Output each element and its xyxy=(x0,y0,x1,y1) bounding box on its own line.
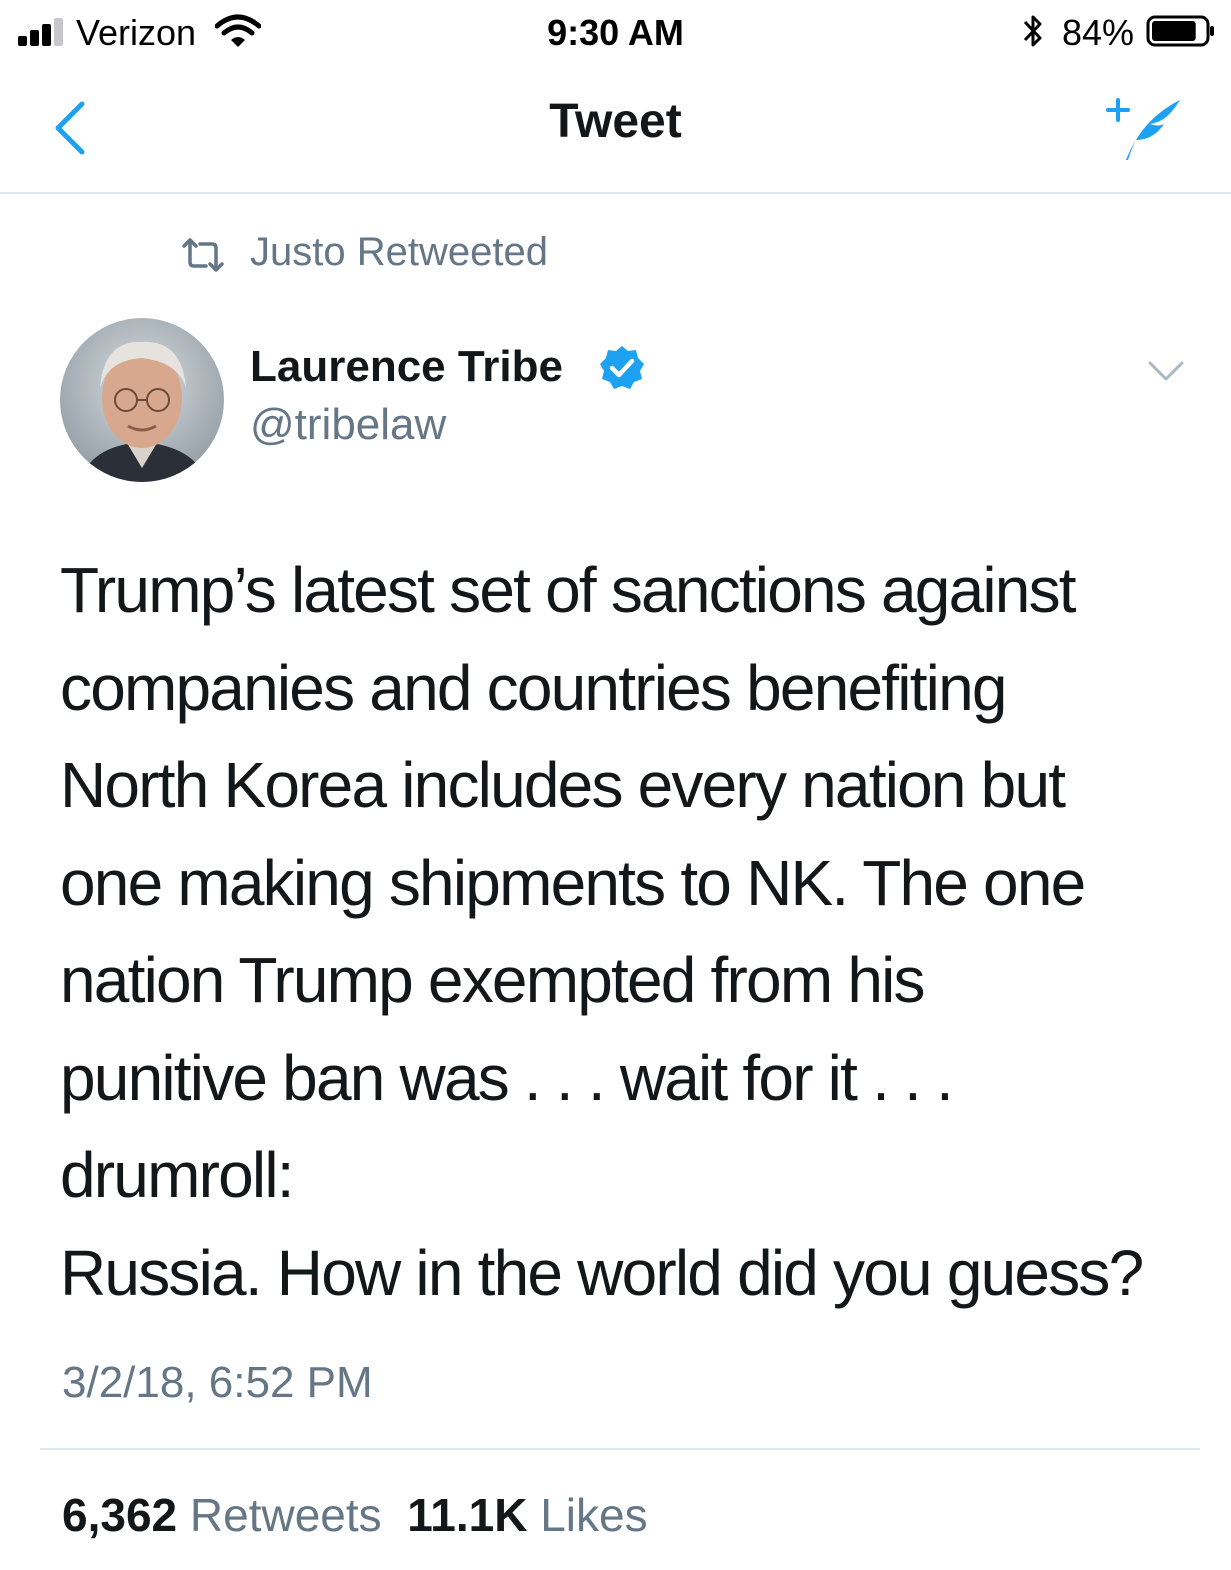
verified-badge-icon xyxy=(600,346,644,389)
battery-icon xyxy=(1146,15,1214,47)
nav-bar: Tweet xyxy=(0,64,1231,194)
bluetooth-icon xyxy=(1023,15,1042,47)
tweet-text-line: North Korea includes every nation but xyxy=(60,749,1066,821)
tweet-text-line: Trump’s latest set of sanctions against xyxy=(60,554,1077,626)
engagement-stats: 6,362 Retweets 11.1K Likes xyxy=(62,1488,648,1542)
status-time: 9:30 AM xyxy=(547,12,684,53)
avatar[interactable] xyxy=(60,318,224,482)
divider xyxy=(40,1448,1200,1450)
tweet-text-line: punitive ban was . . . wait for it . . . xyxy=(60,1041,954,1114)
likes-stat[interactable]: 11.1K Likes xyxy=(407,1489,647,1541)
battery-percent: 84% xyxy=(1062,12,1135,53)
retweeted-by-label[interactable]: Justo Retweeted xyxy=(250,230,548,275)
author-name[interactable]: Laurence Tribe xyxy=(250,342,563,392)
tweet-text: Trump’s latest set of sanctions against … xyxy=(60,542,1200,1322)
likes-label: Likes xyxy=(540,1489,648,1541)
tweet-text-line: drumroll: xyxy=(60,1139,295,1211)
tweet-timestamp: 3/2/18, 6:52 PM xyxy=(62,1358,373,1407)
page-title: Tweet xyxy=(549,95,682,148)
status-bar: Verizon 9:30 AM 84% xyxy=(0,0,1231,64)
retweets-stat[interactable]: 6,362 Retweets xyxy=(62,1489,382,1541)
likes-count: 11.1K xyxy=(407,1489,528,1541)
tweet-text-line: Russia. How in the world did you guess? xyxy=(60,1236,1144,1309)
retweets-count: 6,362 xyxy=(62,1489,178,1541)
tweet-text-line: nation Trump exempted from his xyxy=(60,944,926,1016)
author-handle[interactable]: @tribelaw xyxy=(250,400,446,450)
retweet-icon xyxy=(182,238,224,272)
tweet-text-line: one making shipments to NK. The one xyxy=(60,846,1086,919)
retweets-label: Retweets xyxy=(189,1489,382,1541)
chevron-down-icon[interactable] xyxy=(1146,358,1186,384)
tweet-text-line: companies and countries benefiting xyxy=(60,651,1007,724)
compose-tweet-icon[interactable] xyxy=(1104,94,1184,166)
